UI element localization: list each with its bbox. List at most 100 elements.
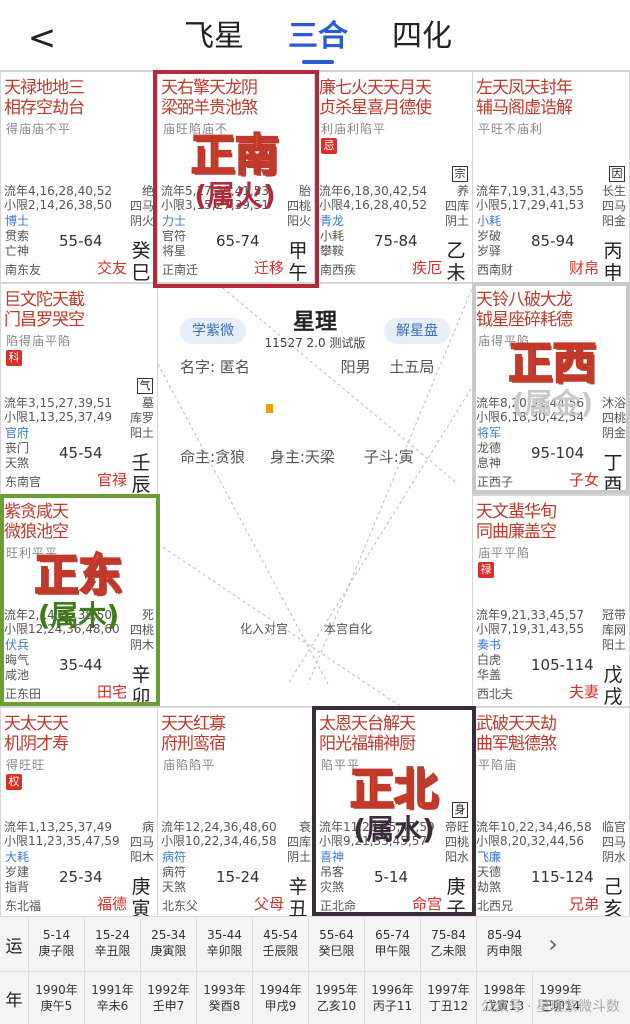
liunian-row: 流年3,15,27,39,51 xyxy=(4,396,112,410)
year-item[interactable]: 1997年 丁丑12 xyxy=(420,972,476,1024)
direction-text: 西南财 xyxy=(477,263,514,277)
palace-cell[interactable]: 天禄地地三 相存空劫台 得庙庙不平 流年4,16,28,40,52 小限2,14,26,… xyxy=(0,71,158,283)
direction-text: 北东父 xyxy=(162,899,199,913)
name-text: 名字: 匿名 xyxy=(180,358,250,376)
palace-name: 子女 xyxy=(568,471,599,489)
chevron-right-icon[interactable]: › xyxy=(532,917,574,971)
stage-item: 四桃 xyxy=(444,835,469,849)
palace-cell[interactable]: 武破天天劫 曲军魁德煞 平陷庙 流年10,22,34,46,58 小限8,20,32,4… xyxy=(472,707,630,919)
daxian-item[interactable]: 85-94 丙申限 xyxy=(476,917,532,971)
palace-cell[interactable]: 太恩天台解天 阳光福辅神厨 陷平平身流年11,23,35,47,59 小限9,21,3… xyxy=(315,707,473,919)
star-names: 天太天天 机阴才寿 xyxy=(4,714,69,754)
daxian-item[interactable]: 45-54 壬辰限 xyxy=(252,917,308,971)
year-ganzhi-text: 乙亥10 xyxy=(316,999,357,1013)
spirit-list: 官府 丧门 天煞 xyxy=(5,426,29,471)
brightness-row: 庙平平陷 xyxy=(478,546,531,560)
stage-item: 四库 xyxy=(444,199,469,213)
daxian-ganzhi-text: 丙申限 xyxy=(486,944,523,958)
app-title: 星理 xyxy=(292,310,337,335)
sihua-badge: 科 xyxy=(6,350,22,366)
palace-cell[interactable]: 天天红寡 府刑鸾宿 庙陷陷平 流年12,24,36,48,60 小限10,22,34,4… xyxy=(157,707,315,919)
palace-cell[interactable]: 天太天天 机阴才寿 得旺旺权流年1,13,25,37,49 小限11,23,35,47… xyxy=(0,707,158,919)
tab-sanhe[interactable]: 三合 xyxy=(284,12,352,64)
year-item[interactable]: 1993年 癸酉8 xyxy=(196,972,252,1024)
year-item[interactable]: 1994年 甲戌9 xyxy=(252,972,308,1024)
year-item[interactable]: 1992年 壬申7 xyxy=(140,972,196,1024)
daxian-item[interactable]: 75-84 乙未限 xyxy=(420,917,476,971)
spirit-list: 博士 贯索 亡神 xyxy=(5,214,29,259)
stage-list: 帝旺 四桃 阳水 xyxy=(445,820,469,865)
spirit-item: 华盖 xyxy=(477,668,502,682)
spirit-item: 喜神 xyxy=(320,850,345,864)
spirit-item: 将星 xyxy=(162,244,187,258)
palace-cell[interactable]: 天右擎天龙阴 梁弼羊贵池煞 庙旺陷庙不 流年5,17,29,41,53 小限3,15,2… xyxy=(157,71,315,283)
palace-name: 疾厄 xyxy=(411,259,442,277)
daxian-item[interactable]: 65-74 甲午限 xyxy=(364,917,420,971)
tab-feixing[interactable]: 飞星 xyxy=(180,12,248,62)
body-lord-text: 身主:天梁 xyxy=(269,448,335,466)
stage-list: 衰四库 阴土 xyxy=(287,820,311,865)
spirit-item: 贯索 xyxy=(5,229,30,243)
direction-text: 正西子 xyxy=(477,475,514,489)
spirit-item: 官府 xyxy=(5,426,30,440)
stage-item: 库罗 xyxy=(129,411,154,425)
palace-mark: 身 xyxy=(452,802,468,818)
year-item[interactable]: 1995年 乙亥10 xyxy=(308,972,364,1024)
direction-text: 正南迁 xyxy=(162,263,199,277)
liunian-text: 流年12,24,36,48,60 小限10,22,34,46,58 xyxy=(161,820,277,848)
palace-name: 田宅 xyxy=(96,683,127,701)
liunian-row: 流年8,20,32,44,56 xyxy=(476,396,584,410)
palace-cell[interactable]: 天文蜚华旬 同曲廉盖空 庙平平陷禄流年9,21,33,45,57 小限7,19,31,… xyxy=(472,495,630,707)
daxian-item[interactable]: 55-64 癸巳限 xyxy=(308,917,364,971)
spirit-list: 大耗 岁建 指背 xyxy=(5,850,29,895)
stage-list: 临官 四马 阴水 xyxy=(602,820,626,865)
tab-sihua[interactable]: 四化 xyxy=(388,12,456,62)
spirit-item: 劫煞 xyxy=(477,880,502,894)
back-icon[interactable]: < xyxy=(22,18,62,58)
year-label: 年 xyxy=(5,991,23,1011)
daxian-range: 5-14 xyxy=(374,868,409,886)
daxian-range-text: 25-34 xyxy=(151,928,186,942)
daxian-item[interactable]: 35-44 辛卯限 xyxy=(196,917,252,971)
ganzhi: 庚寅 xyxy=(131,876,151,919)
liunian-text: 流年5,17,29,41,53 小限3,15,27,39,51 xyxy=(161,184,269,212)
palace-cell[interactable]: 巨文陀天截 门昌罗哭空 陷得庙平陷科气流年3,15,27,39,51 小限1,13,2… xyxy=(0,283,158,495)
star-row-2: 钺星座碎耗德 xyxy=(476,310,573,330)
palace-cell[interactable]: 左天凤天封年 辅马阁虚诰解 平旺不庙利因流年7,19,31,43,55 小限5,17,… xyxy=(472,71,630,283)
star-row-2: 梁弼羊贵池煞 xyxy=(161,98,258,118)
liunian-text: 流年11,23,35,47,59 小限9,21,33,45,57 xyxy=(319,820,435,848)
palace-name: 迁移 xyxy=(253,259,284,277)
stage-item: 长生 xyxy=(601,184,626,198)
year-item[interactable]: 1990年 庚午5 xyxy=(28,972,84,1024)
star-row-1: 左天凤天封年 xyxy=(476,78,573,98)
star-names: 天铃八破大龙 钺星座碎耗德 xyxy=(476,290,573,330)
ganzhi: 壬辰 xyxy=(131,452,151,495)
stage-list: 沐浴 四桃 阴金 xyxy=(602,396,626,441)
palace-name: 兄弟 xyxy=(568,895,599,913)
palace-name: 财帛 xyxy=(568,259,599,277)
palace-cell[interactable]: 紫贪咸天 微狼池空 旺利平平 流年2,14,26,38,50 小限12,24,36,48… xyxy=(0,495,158,707)
daxian-item[interactable]: 5-14 庚子限 xyxy=(28,917,84,971)
year-item[interactable]: 1991年 辛未6 xyxy=(84,972,140,1024)
sihua-badge: 权 xyxy=(6,774,22,790)
direction-text: 东北福 xyxy=(5,899,42,913)
star-row-2: 门昌罗哭空 xyxy=(4,310,85,330)
xiaoxian-row: 小限1,13,25,37,49 xyxy=(4,410,112,424)
palace-cell[interactable]: 廉七火天天月天 贞杀星喜月德使 利庙利陷平忌宗流年6,18,30,42,54 小限4,… xyxy=(315,71,473,283)
star-row-2: 相存空劫台 xyxy=(4,98,85,118)
daxian-ganzhi-text: 乙未限 xyxy=(430,944,467,958)
star-names: 天右擎天龙阴 梁弼羊贵池煞 xyxy=(161,78,258,118)
year-item[interactable]: 1996年 丙子11 xyxy=(364,972,420,1024)
daxian-item[interactable]: 25-34 庚寅限 xyxy=(140,917,196,971)
daxian-range-text: 75-84 xyxy=(431,928,466,942)
daxian-item[interactable]: 15-24 辛丑限 xyxy=(84,917,140,971)
direction-text: 正北命 xyxy=(320,899,357,913)
ganzhi: 乙未 xyxy=(446,240,466,283)
palace-cell[interactable]: 天铃八破大龙 钺星座碎耗德 庙得平陷 流年8,20,32,44,56 小限6,18,30… xyxy=(472,283,630,495)
ganzhi: 甲午 xyxy=(288,240,308,283)
direction-text: 东南官 xyxy=(5,475,42,489)
star-row-1: 天右擎天龙阴 xyxy=(161,78,258,98)
ganzhi: 辛卯 xyxy=(131,664,151,707)
direction-text: 南西疾 xyxy=(320,263,357,277)
stage-item: 胎 xyxy=(298,184,311,198)
